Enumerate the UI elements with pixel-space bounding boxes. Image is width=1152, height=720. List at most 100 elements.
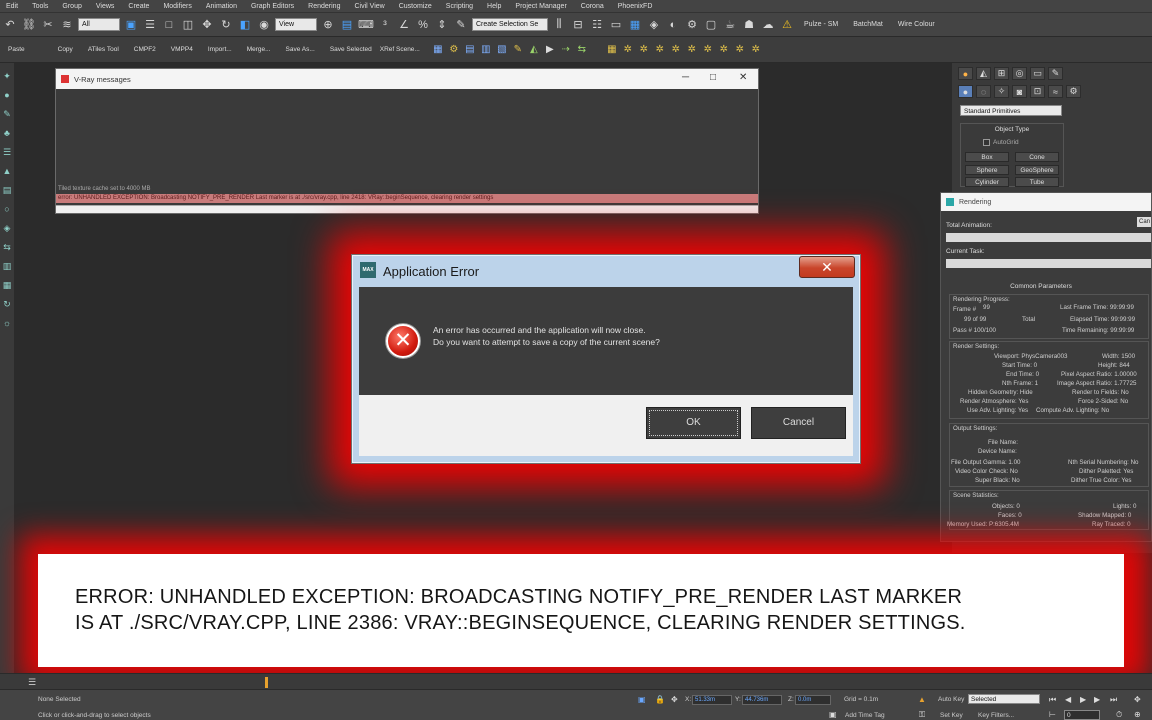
spacewarps-icon[interactable]: ≈ <box>1048 85 1063 98</box>
x-coordinate-field[interactable]: 51.33m <box>692 695 732 705</box>
reference-coord-dropdown[interactable]: View <box>275 18 317 31</box>
menu-group[interactable]: Group <box>56 3 89 10</box>
named-selection-dropdown[interactable]: Create Selection Se <box>472 18 548 31</box>
vray-horizontal-scrollbar[interactable] <box>56 205 758 213</box>
menu-phoenixfd[interactable]: PhoenixFD <box>612 3 661 10</box>
scale-icon[interactable]: ◧ <box>237 17 253 33</box>
render-setup-icon[interactable]: ⚙ <box>684 17 700 33</box>
preset-c-icon[interactable]: ✲ <box>653 43 667 57</box>
grid-tool-icon[interactable]: ▦ <box>431 43 445 57</box>
y-coordinate-field[interactable]: 44.736m <box>742 695 782 705</box>
mini-listener-icon[interactable]: ☰ <box>28 677 36 688</box>
preset-h-icon[interactable]: ✲ <box>733 43 747 57</box>
render-iterative-icon[interactable]: ☗ <box>741 17 757 33</box>
preset-b-icon[interactable]: ✲ <box>637 43 651 57</box>
render-cloud-icon[interactable]: ☁ <box>760 17 776 33</box>
menu-edit[interactable]: Edit <box>0 3 26 10</box>
preset-d-icon[interactable]: ✲ <box>669 43 683 57</box>
preset-i-icon[interactable]: ✲ <box>749 43 763 57</box>
schematic-view-icon[interactable]: ◈ <box>646 17 662 33</box>
select-by-name-icon[interactable]: ☰ <box>142 17 158 33</box>
rect-selection-icon[interactable]: □ <box>161 17 177 33</box>
shapes-icon[interactable]: ◌ <box>976 85 991 98</box>
sphere-button[interactable]: Sphere <box>965 165 1009 175</box>
rotate-icon[interactable]: ↻ <box>218 17 234 33</box>
copy-button[interactable]: Copy <box>36 46 82 53</box>
autogrid-box[interactable] <box>983 139 990 146</box>
pulze-sm-button[interactable]: Pulze - SM <box>798 21 844 28</box>
warning-icon[interactable]: ⚠ <box>779 17 795 33</box>
create-tab-icon[interactable]: ● <box>958 67 973 80</box>
cmpf2-button[interactable]: CMPF2 <box>130 46 165 53</box>
vmpp4-button[interactable]: VMPP4 <box>167 46 202 53</box>
key-icon[interactable]: ⚿ <box>919 710 925 720</box>
brush-tool-icon[interactable]: ✎ <box>511 43 525 57</box>
utilities-tab-icon[interactable]: ✎ <box>1048 67 1063 80</box>
edit-named-selection-icon[interactable]: ✎ <box>453 17 469 33</box>
atiles-tool-button[interactable]: ATiles Tool <box>84 46 128 53</box>
dialog-close-button[interactable]: ✕ <box>799 256 855 278</box>
cancel-render-button[interactable]: Can <box>1137 217 1151 227</box>
autogrid-checkbox[interactable]: AutoGrid <box>983 139 1019 146</box>
preset-g-icon[interactable]: ✲ <box>717 43 731 57</box>
menu-animation[interactable]: Animation <box>200 3 245 10</box>
menu-help[interactable]: Help <box>481 3 509 10</box>
menu-scripting[interactable]: Scripting <box>440 3 481 10</box>
play-icon[interactable]: ▶ <box>1080 695 1086 704</box>
preset-e-icon[interactable]: ✲ <box>685 43 699 57</box>
mirror-icon[interactable]: ⫼ <box>551 17 567 33</box>
systems-icon[interactable]: ⚙ <box>1066 85 1081 98</box>
menu-corona[interactable]: Corona <box>575 3 612 10</box>
absolute-mode-icon[interactable]: ✥ <box>671 695 678 704</box>
selection-lock-icon[interactable]: 🔒 <box>655 695 665 704</box>
paint-icon[interactable]: ✎ <box>3 107 11 121</box>
tool-gear-icon[interactable]: ⚙ <box>447 43 461 57</box>
list-icon[interactable]: ☰ <box>3 145 11 159</box>
set-key-mode-icon[interactable]: ▲ <box>918 695 926 704</box>
wire-colour-button[interactable]: Wire Colour <box>892 21 941 28</box>
batchmat-button[interactable]: BatchMat <box>847 21 889 28</box>
cylinder-button[interactable]: Cylinder <box>965 177 1009 187</box>
menu-views[interactable]: Views <box>90 3 123 10</box>
helpers-icon[interactable]: ⊡ <box>1030 85 1045 98</box>
shield-icon[interactable]: ◈ <box>4 221 11 235</box>
link-icon[interactable]: ⛓ <box>21 17 37 33</box>
menu-create[interactable]: Create <box>122 3 157 10</box>
time-slider-marker[interactable] <box>265 677 268 688</box>
grid-icon[interactable]: ▦ <box>3 278 12 292</box>
keyboard-shortcut-icon[interactable]: ⌨ <box>358 17 374 33</box>
geosphere-button[interactable]: GeoSphere <box>1015 165 1059 175</box>
close-icon[interactable]: ✕ <box>739 72 747 83</box>
display-tab-icon[interactable]: ▭ <box>1030 67 1045 80</box>
id-tool-icon[interactable]: ▤ <box>463 43 477 57</box>
add-time-tag-button[interactable]: Add Time Tag <box>845 712 885 719</box>
loop-icon[interactable]: ↻ <box>3 297 11 311</box>
primitive-type-dropdown[interactable]: Standard Primitives <box>960 105 1062 116</box>
z-coordinate-field[interactable]: 0.0m <box>795 695 831 705</box>
current-frame-field[interactable]: 0 <box>1064 710 1100 720</box>
spinner-snap-icon[interactable]: ⇕ <box>434 17 450 33</box>
bulb-icon[interactable]: ☼ <box>3 316 11 330</box>
tree-icon[interactable]: ♣ <box>4 126 10 140</box>
isolate-selection-icon[interactable]: ▣ <box>638 695 646 704</box>
goto-start-icon[interactable]: ⏮ <box>1049 695 1056 705</box>
menu-project-manager[interactable]: Project Manager <box>509 3 574 10</box>
selection-filter-dropdown[interactable]: All <box>78 18 120 31</box>
arrows-icon[interactable]: ⇆ <box>3 240 11 254</box>
select-manipulate-icon[interactable]: ▤ <box>339 17 355 33</box>
paste-button[interactable]: Paste <box>4 46 34 53</box>
maximize-icon[interactable]: □ <box>710 72 716 83</box>
align-icon[interactable]: ⊟ <box>570 17 586 33</box>
layout-tool-icon[interactable]: ▥ <box>479 43 493 57</box>
preset-f-icon[interactable]: ✲ <box>701 43 715 57</box>
geometry-icon[interactable]: ● <box>958 85 973 98</box>
cone-icon[interactable]: ▲ <box>3 164 12 178</box>
create-icon[interactable]: ✦ <box>3 69 11 83</box>
box-button[interactable]: Box <box>965 152 1009 162</box>
auto-key-button[interactable]: Auto Key <box>938 696 964 703</box>
key-filters-button[interactable]: Key Filters... <box>978 712 1014 719</box>
percent-snap-icon[interactable]: % <box>415 17 431 33</box>
undo-icon[interactable]: ↶ <box>2 17 18 33</box>
tube-button[interactable]: Tube <box>1015 177 1059 187</box>
time-tag-lock-icon[interactable]: ▣ <box>829 710 837 719</box>
